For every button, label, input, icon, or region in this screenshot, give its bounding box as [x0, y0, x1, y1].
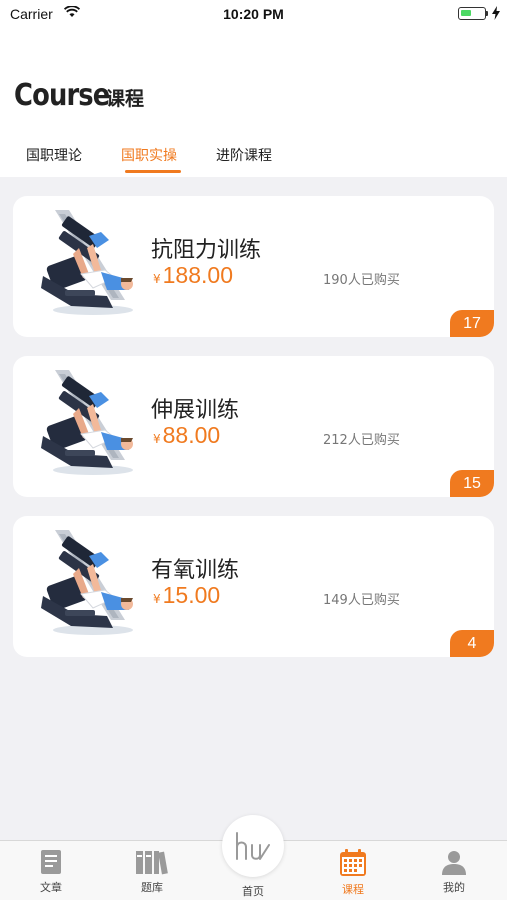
course-name: 抗阻力训练: [151, 238, 262, 263]
status-time: 10:20 PM: [223, 6, 284, 22]
currency-symbol: ¥: [153, 272, 161, 286]
leg-press-illustration: [41, 210, 133, 315]
battery-icon: [458, 7, 486, 20]
tabbar-item-profile[interactable]: 我的: [414, 849, 494, 895]
document-icon: [41, 850, 61, 874]
tab-theory[interactable]: 国职理论: [26, 145, 82, 165]
price-amount: 188.00: [162, 262, 233, 288]
course-card[interactable]: 有氧训练 ¥15.00 149人已购买 4: [13, 516, 494, 657]
tabbar-label: 文章: [40, 881, 62, 894]
lesson-count-badge: 4: [450, 630, 494, 657]
person-icon: [442, 851, 466, 875]
active-tab-indicator: [125, 170, 181, 173]
charging-bolt-icon: [492, 6, 500, 20]
buyer-count: 149人已购买: [323, 593, 400, 608]
tabbar-item-articles[interactable]: 文章: [11, 849, 91, 895]
tabbar-item-courses[interactable]: 课程: [313, 849, 393, 897]
tabbar-label: 课程: [342, 883, 364, 896]
page-title-zh: 课程: [106, 88, 145, 110]
tab-practice[interactable]: 国职实操: [121, 145, 177, 165]
tabbar-label: 我的: [443, 881, 465, 894]
page-title: Course课程: [14, 78, 144, 113]
leg-press-illustration: [41, 530, 133, 635]
currency-symbol: ¥: [153, 592, 161, 606]
leg-press-illustration: [41, 370, 133, 475]
tabbar-label-home: 首页: [242, 885, 264, 898]
status-bar: Carrier 10:20 PM: [0, 0, 507, 28]
calendar-icon: [340, 849, 366, 876]
course-card[interactable]: 伸展训练 ¥88.00 212人已购买 15: [13, 356, 494, 497]
books-icon: [136, 851, 168, 875]
price-amount: 88.00: [162, 422, 221, 448]
tabbar-label: 题库: [141, 881, 163, 894]
buyer-count: 212人已购买: [323, 433, 400, 448]
course-name: 有氧训练: [151, 558, 240, 583]
page-title-en: Course: [14, 78, 110, 113]
course-card[interactable]: 抗阻力训练 ¥188.00 190人已购买 17: [13, 196, 494, 337]
battery-cap: [486, 11, 488, 16]
buyer-count: 190人已购买: [323, 273, 400, 288]
header-area: Carrier 10:20 PM Course课程 国职理论 国职实操 进阶课程: [0, 0, 507, 177]
course-price: ¥15.00: [153, 582, 220, 609]
course-price: ¥188.00: [153, 262, 233, 289]
course-name: 伸展训练: [151, 398, 240, 423]
tab-advanced[interactable]: 进阶课程: [216, 145, 272, 165]
tabbar-item-question-bank[interactable]: 题库: [112, 849, 192, 895]
course-price: ¥88.00: [153, 422, 220, 449]
price-amount: 15.00: [162, 582, 221, 608]
hu-logo-icon: [236, 832, 270, 860]
lesson-count-badge: 17: [450, 310, 494, 337]
home-button[interactable]: [222, 815, 284, 877]
course-tabs: 国职理论 国职实操 进阶课程: [0, 145, 507, 177]
lesson-count-badge: 15: [450, 470, 494, 497]
currency-symbol: ¥: [153, 432, 161, 446]
